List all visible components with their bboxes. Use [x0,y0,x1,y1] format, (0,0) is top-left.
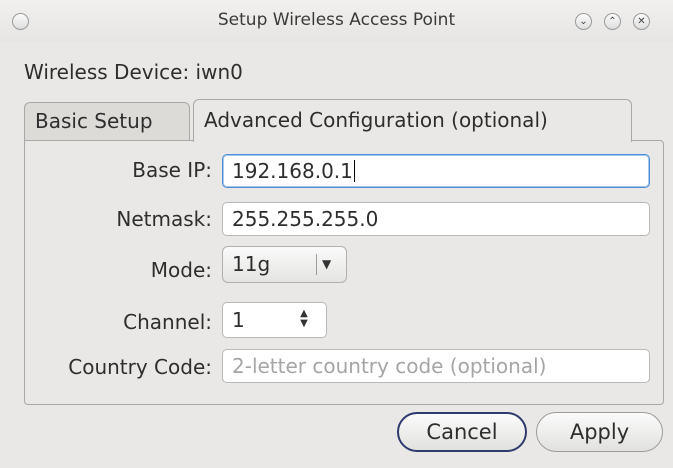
spin-arrows-icon[interactable]: ▲ ▼ [297,309,311,329]
netmask-label: Netmask: [116,207,212,231]
close-icon[interactable]: ✕ [633,13,650,30]
wireless-device-label: Wireless Device: iwn0 [24,60,243,84]
tab-advanced-configuration[interactable]: Advanced Configuration (optional) [193,99,632,142]
base-ip-value: 192.168.0.1 [232,159,353,183]
tab-basic-setup[interactable]: Basic Setup [24,102,190,140]
window-title: Setup Wireless Access Point [217,10,456,30]
mode-label: Mode: [150,258,212,282]
country-code-input[interactable]: 2-letter country code (optional) [222,349,650,383]
channel-spinbox[interactable]: 1 ▲ ▼ [222,302,327,338]
combo-separator [316,254,317,275]
country-code-placeholder: 2-letter country code (optional) [232,354,547,378]
country-code-label: Country Code: [68,355,212,379]
mode-combobox[interactable]: 11g ▼ [222,246,347,283]
channel-value: 1 [232,308,245,332]
apply-button[interactable]: Apply [536,412,663,452]
channel-label: Channel: [123,310,212,334]
base-ip-label: Base IP: [132,158,212,182]
maximize-icon[interactable]: ⌃ [604,13,621,30]
base-ip-input[interactable]: 192.168.0.1 [222,154,650,188]
netmask-input[interactable]: 255.255.255.0 [222,202,650,236]
text-cursor [353,160,355,182]
mode-value: 11g [232,252,271,276]
minimize-icon[interactable]: ⌄ [575,13,592,30]
cancel-button[interactable]: Cancel [397,412,527,452]
chevron-down-icon[interactable]: ▼ [322,247,331,282]
window-menu-icon[interactable] [12,13,29,30]
